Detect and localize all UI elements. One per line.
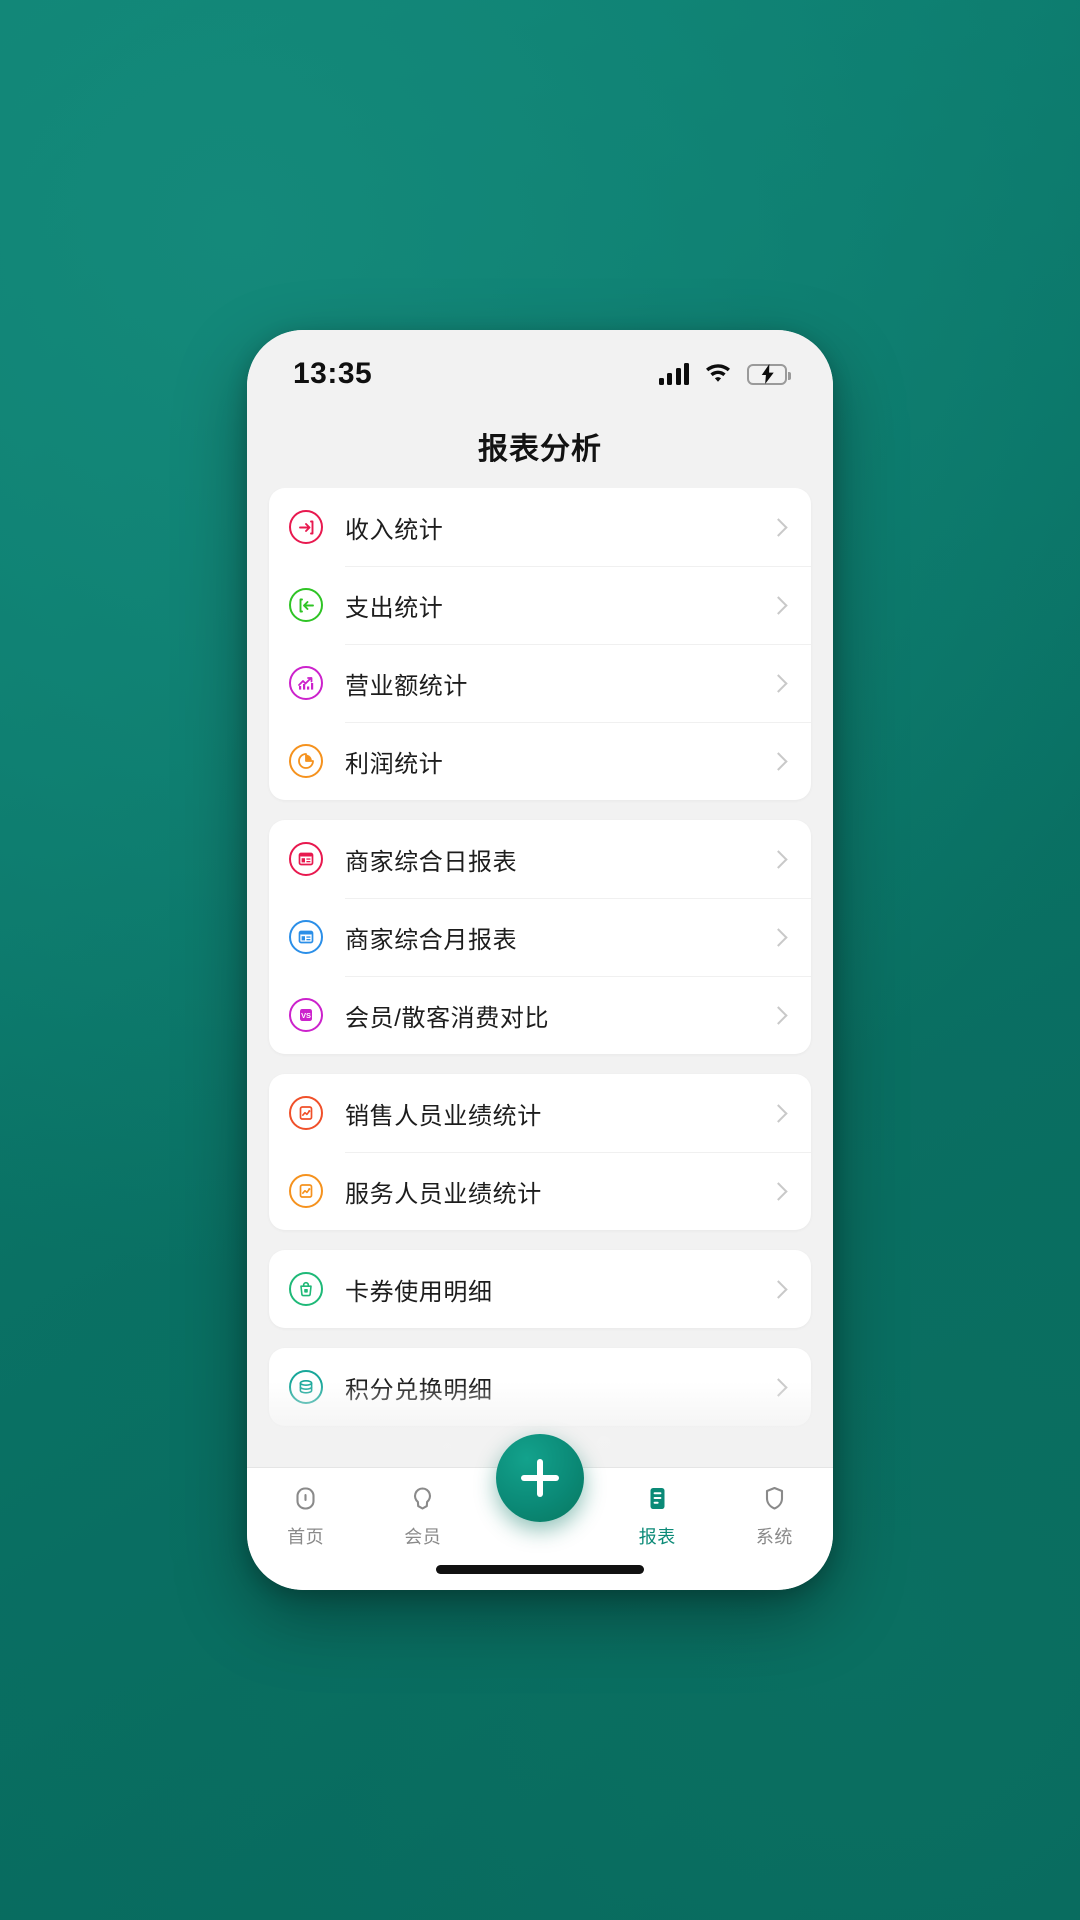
chevron-right-icon bbox=[769, 1103, 788, 1123]
list-item-profit-statistics[interactable]: 利润统计 bbox=[269, 722, 811, 800]
tab-label: 首页 bbox=[287, 1527, 325, 1547]
home-icon bbox=[291, 1482, 320, 1514]
status-clock: 13:35 bbox=[293, 357, 373, 390]
trending-chart-icon bbox=[289, 666, 323, 700]
nav-bar: 报表分析 bbox=[247, 404, 833, 488]
battery-charging-icon bbox=[747, 363, 791, 385]
coupon-bag-icon bbox=[289, 1272, 323, 1306]
tab-label: 会员 bbox=[404, 1527, 442, 1547]
report-list[interactable]: 收入统计 支出统计 营业额统计 利润统计 商家综合日报表 商家综合月报表 VS … bbox=[247, 488, 833, 1468]
service-performance-icon bbox=[289, 1174, 323, 1208]
decorative-bubble bbox=[597, 1436, 611, 1450]
chevron-right-icon bbox=[769, 1181, 788, 1201]
phone-frame: 13:35 报表分析 收入统计 支出统计 营业额统计 利润统计 商家综合日报表 … bbox=[247, 330, 833, 1590]
sales-performance-icon bbox=[289, 1096, 323, 1130]
tab-home[interactable]: 首页 bbox=[247, 1482, 364, 1549]
daily-report-icon bbox=[289, 842, 323, 876]
chevron-right-icon bbox=[769, 673, 788, 693]
chevron-right-icon bbox=[769, 751, 788, 771]
list-item-merchant-monthly-report[interactable]: 商家综合月报表 bbox=[269, 898, 811, 976]
tab-label: 报表 bbox=[638, 1527, 676, 1547]
chevron-right-icon bbox=[769, 1005, 788, 1025]
list-item-service-staff-performance[interactable]: 服务人员业绩统计 bbox=[269, 1152, 811, 1230]
status-icons bbox=[658, 361, 791, 387]
shield-system-icon bbox=[760, 1482, 789, 1514]
home-indicator bbox=[436, 1565, 644, 1574]
add-button[interactable] bbox=[496, 1434, 584, 1522]
list-item-label: 销售人员业绩统计 bbox=[345, 1102, 542, 1130]
monthly-report-icon bbox=[289, 920, 323, 954]
list-item-turnover-statistics[interactable]: 营业额统计 bbox=[269, 644, 811, 722]
tab-member[interactable]: 会员 bbox=[364, 1482, 481, 1549]
list-item-label: 服务人员业绩统计 bbox=[345, 1180, 542, 1208]
list-item-income-statistics[interactable]: 收入统计 bbox=[269, 488, 811, 566]
versus-compare-icon: VS bbox=[289, 998, 323, 1032]
statistics-group: 收入统计 支出统计 营业额统计 利润统计 bbox=[269, 488, 811, 800]
list-item-label: 会员/散客消费对比 bbox=[345, 1004, 550, 1032]
decorative-bubble bbox=[443, 1443, 452, 1452]
page-title: 报表分析 bbox=[478, 433, 602, 466]
chevron-right-icon bbox=[769, 849, 788, 869]
status-bar: 13:35 bbox=[247, 330, 833, 404]
chevron-right-icon bbox=[769, 517, 788, 537]
merchant-reports-group: 商家综合日报表 商家综合月报表 VS 会员/散客消费对比 bbox=[269, 820, 811, 1054]
signal-bars-icon bbox=[658, 363, 689, 385]
list-item-label: 支出统计 bbox=[345, 594, 444, 622]
logout-arrow-icon bbox=[289, 588, 323, 622]
report-icon bbox=[643, 1482, 672, 1514]
tab-system[interactable]: 系统 bbox=[716, 1482, 833, 1549]
points-coins-icon bbox=[289, 1370, 323, 1404]
list-item-label: 收入统计 bbox=[345, 516, 444, 544]
member-icon bbox=[408, 1482, 437, 1514]
svg-text:VS: VS bbox=[301, 1011, 311, 1020]
list-item-coupon-usage-detail[interactable]: 卡券使用明细 bbox=[269, 1250, 811, 1328]
list-item-member-vs-walkin[interactable]: VS 会员/散客消费对比 bbox=[269, 976, 811, 1054]
list-item-label: 卡券使用明细 bbox=[345, 1278, 493, 1306]
pie-chart-icon bbox=[289, 744, 323, 778]
coupon-group: 卡券使用明细 bbox=[269, 1250, 811, 1328]
login-arrow-icon bbox=[289, 510, 323, 544]
chevron-right-icon bbox=[769, 927, 788, 947]
list-item-label: 积分兑换明细 bbox=[345, 1376, 493, 1404]
chevron-right-icon bbox=[769, 1377, 788, 1397]
list-item-points-exchange-detail[interactable]: 积分兑换明细 bbox=[269, 1348, 811, 1426]
list-item-merchant-daily-report[interactable]: 商家综合日报表 bbox=[269, 820, 811, 898]
list-item-label: 利润统计 bbox=[345, 750, 444, 778]
staff-performance-group: 销售人员业绩统计 服务人员业绩统计 bbox=[269, 1074, 811, 1230]
chevron-right-icon bbox=[769, 1279, 788, 1299]
list-item-sales-staff-performance[interactable]: 销售人员业绩统计 bbox=[269, 1074, 811, 1152]
tab-label: 系统 bbox=[755, 1527, 793, 1547]
chevron-right-icon bbox=[769, 595, 788, 615]
list-item-label: 商家综合月报表 bbox=[345, 926, 518, 954]
list-item-expense-statistics[interactable]: 支出统计 bbox=[269, 566, 811, 644]
list-item-label: 营业额统计 bbox=[345, 672, 468, 700]
tab-bar: 首页 会员 报表 系统 bbox=[247, 1434, 833, 1590]
list-item-label: 商家综合日报表 bbox=[345, 848, 518, 876]
points-group: 积分兑换明细 bbox=[269, 1348, 811, 1426]
tab-report[interactable]: 报表 bbox=[599, 1482, 716, 1549]
wifi-icon bbox=[704, 361, 732, 387]
